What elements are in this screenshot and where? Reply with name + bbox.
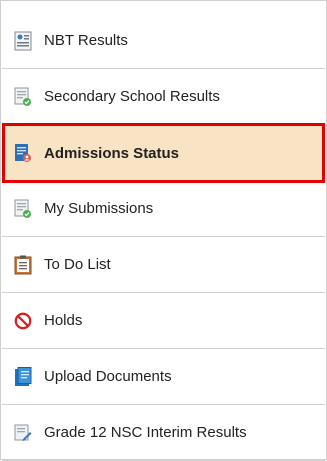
navigation-menu: NBT Results Secondary School Results Adm… xyxy=(2,13,325,461)
menu-item-grade-12-nsc-interim-results[interactable]: Grade 12 NSC Interim Results xyxy=(2,405,325,461)
admissions-status-icon xyxy=(14,143,32,163)
menu-item-label: Upload Documents xyxy=(44,368,172,385)
upload-documents-icon xyxy=(14,366,32,387)
menu-item-label: Holds xyxy=(44,312,83,329)
menu-item-upload-documents[interactable]: Upload Documents xyxy=(2,349,325,405)
nbt-results-icon xyxy=(14,31,32,51)
menu-item-label: To Do List xyxy=(44,256,111,273)
menu-item-label: Secondary School Results xyxy=(44,88,220,105)
menu-item-label: My Submissions xyxy=(44,200,154,217)
navigation-panel: NBT Results Secondary School Results Adm… xyxy=(0,0,327,461)
menu-item-admissions-status[interactable]: Admissions Status xyxy=(2,123,325,183)
clipboard-icon xyxy=(14,255,32,275)
menu-item-label: NBT Results xyxy=(44,32,128,49)
menu-item-label: Grade 12 NSC Interim Results xyxy=(44,424,247,441)
menu-item-to-do-list[interactable]: To Do List xyxy=(2,237,325,293)
menu-item-secondary-school-results[interactable]: Secondary School Results xyxy=(2,69,325,125)
menu-item-holds[interactable]: Holds xyxy=(2,293,325,349)
menu-item-label: Admissions Status xyxy=(44,144,180,162)
menu-item-my-submissions[interactable]: My Submissions xyxy=(2,181,325,237)
document-check-icon xyxy=(14,199,32,219)
document-check-icon xyxy=(14,87,32,107)
document-edit-icon xyxy=(14,423,32,443)
no-entry-icon xyxy=(14,311,32,331)
menu-item-nbt-results[interactable]: NBT Results xyxy=(2,13,325,69)
